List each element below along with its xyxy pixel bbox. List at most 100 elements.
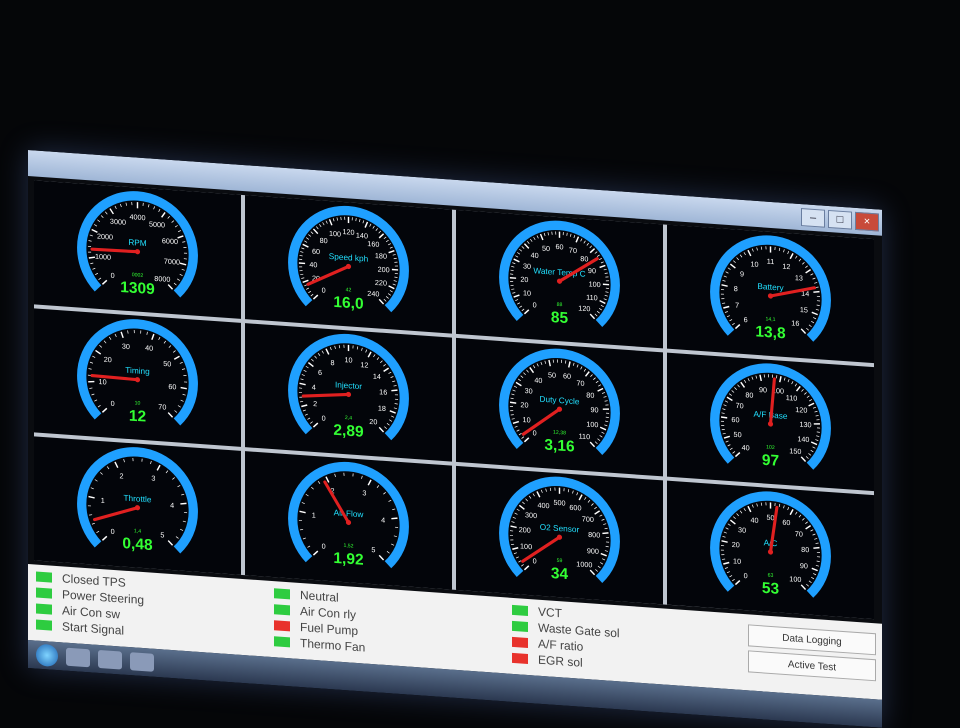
gauge-tick [313,295,317,300]
gauge-tick [384,427,386,429]
gauge-tick [166,471,168,474]
gauge-tick-label: 50 [548,370,556,380]
gauge-tick [780,376,781,382]
gauge-panel: 012345Air Flow1,521,92 [245,451,452,589]
gauge-tick-label: 10 [751,259,759,269]
gauge-tick [784,378,785,381]
gauge-tick [809,325,812,327]
gauge-tick [521,564,523,566]
gauge-tick [303,244,309,247]
folder-icon[interactable] [98,650,122,670]
gauge-tick [383,492,385,494]
gauge-tick [598,385,601,387]
media-icon[interactable] [130,652,154,672]
status-led-icon [512,621,528,632]
gauge-tick [541,490,542,493]
gauge-tick [384,299,386,301]
gauge-tick [384,237,386,239]
maximize-button[interactable]: □ [828,210,852,230]
gauge-tick-label: 4 [170,501,174,510]
gauge-tick [391,390,397,391]
gauge-tick [178,405,181,407]
gauge-tick [597,311,600,313]
gauge-tick [168,541,172,546]
gauge-tick [522,502,524,504]
gauge-tick [389,250,395,253]
gauge-tick [121,332,123,338]
gauge-tick [518,561,521,563]
gauge-tick [380,361,382,363]
gauge-tick [813,547,819,548]
gauge-tick [304,370,307,372]
gauge-svg: 012345Air Flow1,521,92 [245,451,452,589]
gauge-tick [102,536,106,541]
gauge-tick [779,248,780,251]
gauge-tick [519,249,522,251]
gauge-tick [379,231,381,233]
gauge-tick [159,209,160,212]
gauge-tick-label: 9 [740,269,744,278]
gauge-tick [726,441,729,443]
minimize-button[interactable]: – [801,208,825,228]
gauge-tick [600,562,603,564]
gauge-tick [809,581,812,583]
gauge-tick [511,414,514,415]
gauge-tick [788,379,789,382]
gauge-tick-label: 500 [553,498,565,508]
gauge-tick [603,523,606,524]
gauge-tick [812,312,818,314]
gauge-tick-label: 1 [101,496,105,505]
gauge-tick [605,528,608,529]
gauge-tick [300,379,303,380]
gauge-tick [728,268,731,270]
gauge-tick [115,334,116,337]
active-test-button[interactable]: Active Test [748,650,876,681]
start-button-icon[interactable] [36,644,58,668]
gauge-tick [722,541,728,542]
gauge-hub [135,377,140,383]
browser-icon[interactable] [66,648,90,668]
gauge-tick [595,442,597,444]
gauge-tick [300,274,303,275]
gauge-tick [522,246,524,248]
gauge-tick [729,575,732,577]
gauge-tick-label: 60 [312,247,320,257]
gauge-tick [721,298,724,299]
gauge-tick-label: 20 [520,400,528,410]
gauge-tick-label: 200 [378,265,390,275]
gauge-tick [515,256,518,258]
gauge-tick [600,301,606,304]
gauge-tick [174,356,179,360]
status-led-icon [274,604,290,615]
gauge-value: 2,89 [333,422,364,441]
gauge-tick [115,206,116,209]
gauge-tick [537,491,540,497]
gauge-needle [95,505,138,523]
gauge-tick [182,241,185,242]
gauge-tick [389,286,395,289]
gauge-tick [795,384,797,387]
gauge-tick [732,323,734,325]
gauge-tick [817,561,820,562]
gauge-tick [811,450,814,452]
gauge-tick [816,565,819,566]
gauge-tick [733,517,735,519]
gauge-svg: 678910111213141516Battery14,113,8 [667,225,874,363]
close-button[interactable]: × [855,212,879,232]
gauge-tick [723,433,726,434]
gauge-tick [301,278,304,279]
data-logging-button[interactable]: Data Logging [748,624,876,655]
gauge-panel: 01002003004005006007008009001000O2 Senso… [456,466,663,604]
gauge-tick-label: 30 [525,386,533,396]
gauge-tick [549,360,550,366]
gauge-value: 13,8 [755,323,786,342]
gauge-tick [604,269,607,270]
gauge-tick [809,403,814,406]
gauge-tick-label: 70 [736,401,744,411]
gauge-tick [605,405,608,406]
gauge-tick [391,376,394,378]
gauge-tick [727,315,730,317]
gauge-tick-label: 1000 [95,252,111,262]
gauge-tick [722,285,728,286]
gauge-tick [584,369,586,372]
